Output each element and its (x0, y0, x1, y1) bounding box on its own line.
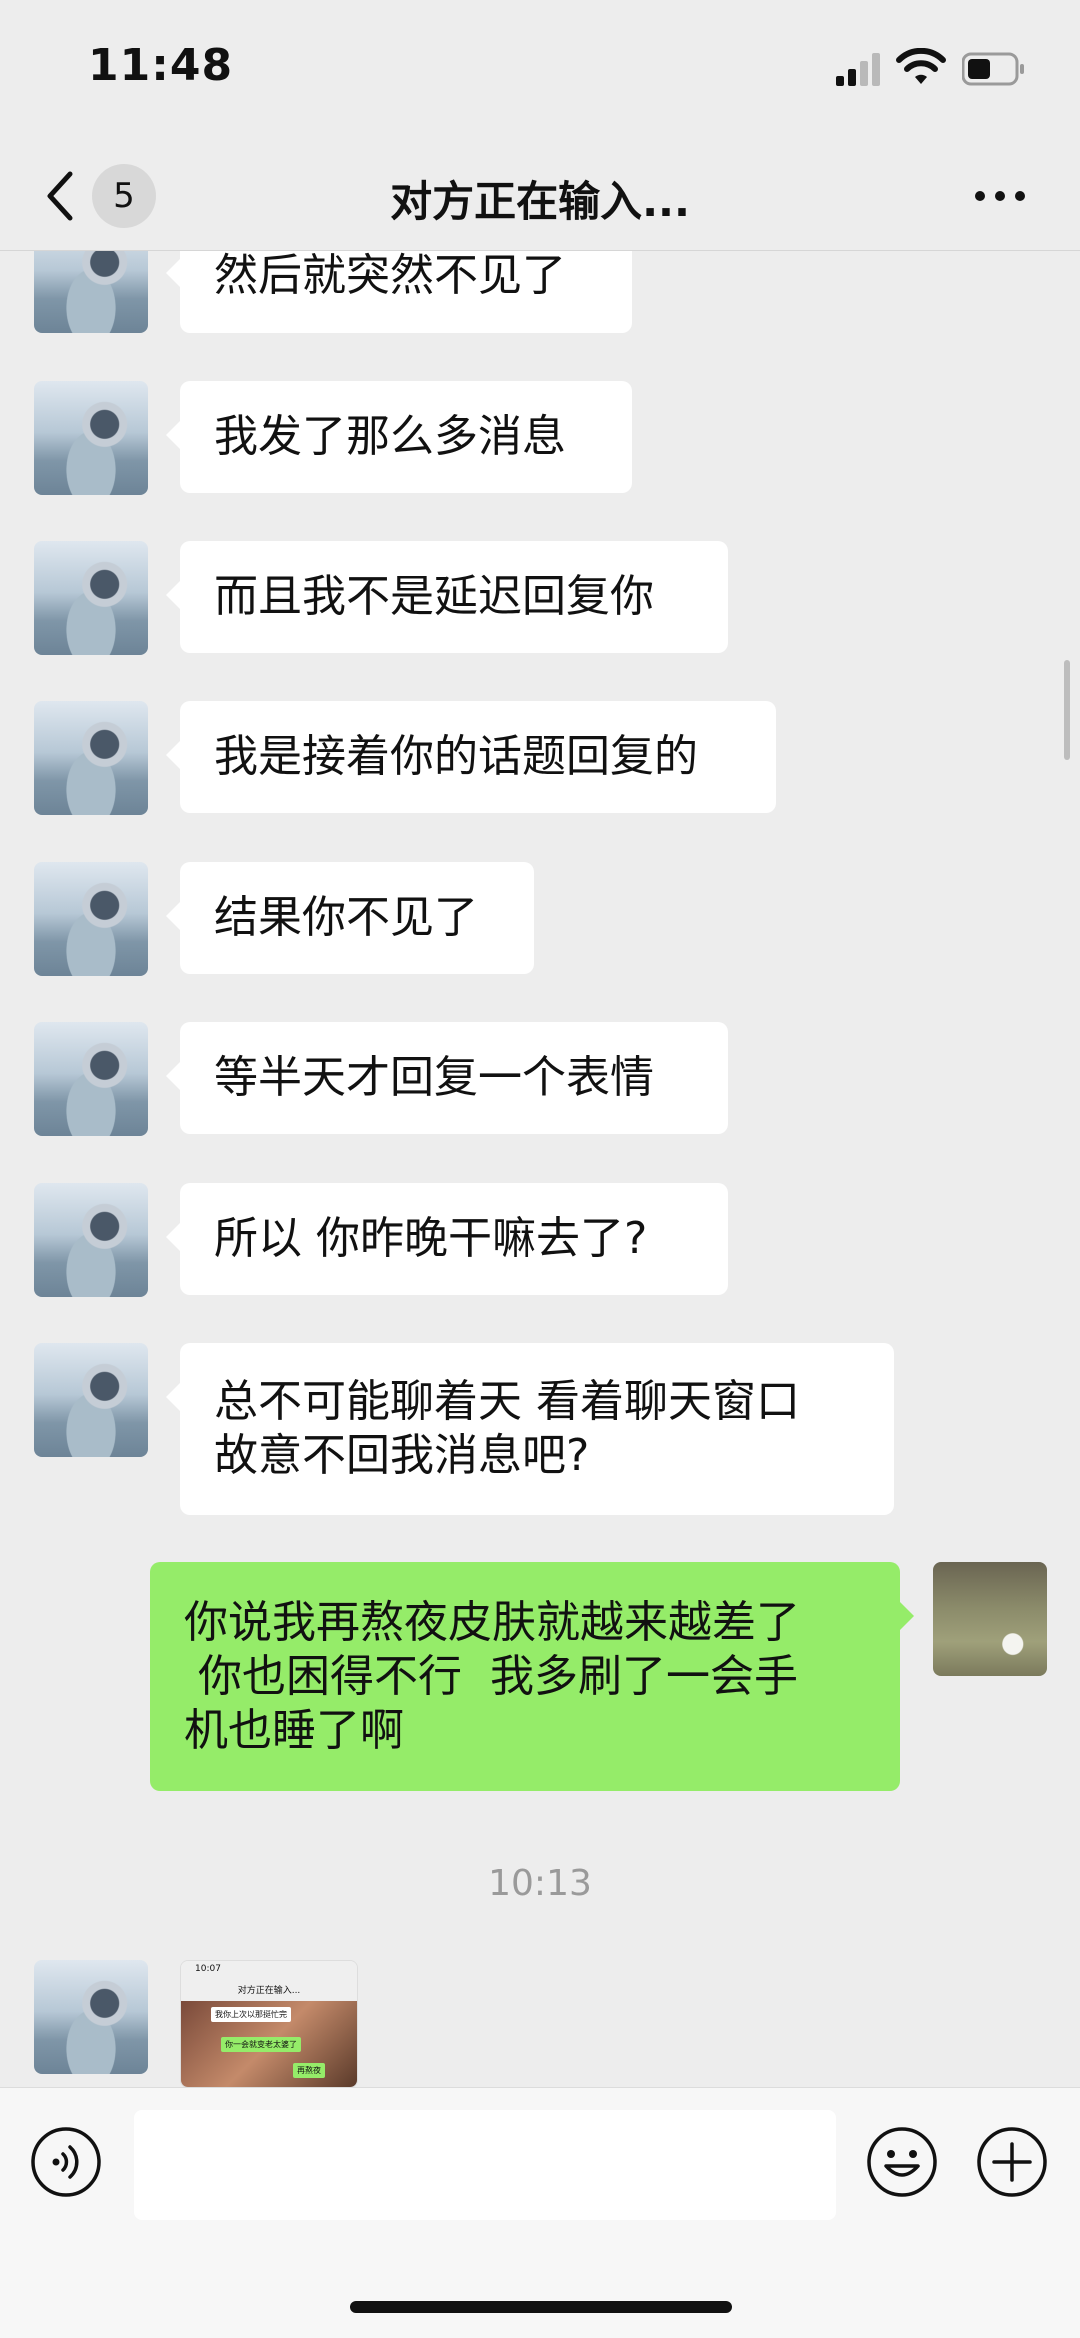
page-title: 对方正在输入... (390, 177, 690, 226)
message-timestamp: 10:13 (488, 1863, 592, 1904)
contact-avatar[interactable] (34, 862, 148, 976)
message-bubble[interactable]: 而且我不是延迟回复你 (166, 541, 728, 653)
message-bubble[interactable]: 结果你不见了 (166, 862, 534, 974)
message-list[interactable]: 然后就突然不见了 我发了那么多消息 而且我不是延迟回复你 我是接着你的话题回复的… (0, 251, 1080, 2087)
thumbnail-bubble: 你一会就变老太婆了 (221, 2037, 301, 2052)
thumbnail-title: 对方正在输入... (237, 1986, 301, 1996)
message-text-line: 故意不回我消息吧? (214, 1430, 590, 1481)
status-time: 11:48 (88, 40, 234, 91)
my-avatar[interactable] (933, 1562, 1047, 1676)
thumbnail-bubble: 再熬夜 (293, 2063, 325, 2078)
message-bubble[interactable]: 然后就突然不见了 (166, 251, 632, 333)
screenshot-thumbnail-header: 10:07 对方正在输入... (181, 1961, 357, 2001)
scrollbar[interactable] (1064, 660, 1070, 760)
message-bubble[interactable]: 所以 你昨晚干嘛去了? (166, 1183, 728, 1295)
contact-avatar[interactable] (34, 251, 148, 333)
message-input[interactable] (134, 2110, 836, 2220)
contact-avatar[interactable] (34, 1960, 148, 2074)
message-bubble[interactable]: 总不可能聊着天 看着聊天窗口 故意不回我消息吧? (166, 1343, 894, 1515)
contact-avatar[interactable] (34, 1343, 148, 1457)
message-text: 所以 你昨晚干嘛去了? (214, 1213, 648, 1264)
message-text: 而且我不是延迟回复你 (214, 571, 654, 622)
contact-avatar[interactable] (34, 701, 148, 815)
message-text-line: 机也睡了啊 (184, 1704, 404, 1756)
more-dots-icon[interactable] (970, 172, 1030, 220)
voice-icon[interactable] (30, 2126, 102, 2198)
my-message-bubble[interactable]: 你说我再熬夜皮肤就越来越差了 你也困得不行 我多刷了一会手 机也睡了啊 (150, 1562, 914, 1791)
nav-bar: 5 对方正在输入... (0, 140, 1080, 251)
input-bar (0, 2087, 1080, 2338)
status-bar: 11:48 (0, 0, 1080, 140)
message-bubble[interactable]: 我是接着你的话题回复的 (166, 701, 776, 813)
contact-avatar[interactable] (34, 541, 148, 655)
contact-avatar[interactable] (34, 381, 148, 495)
emoji-icon[interactable] (866, 2126, 938, 2198)
plus-icon[interactable] (976, 2126, 1048, 2198)
message-text: 等半天才回复一个表情 (214, 1052, 654, 1103)
message-text: 我是接着你的话题回复的 (214, 731, 698, 782)
contact-avatar[interactable] (34, 1022, 148, 1136)
thumbnail-bubble: 我你上次以那挺忙完 (211, 2007, 291, 2022)
screenshot-thumbnail-body: 我你上次以那挺忙完 你一会就变老太婆了 再熬夜 (181, 2001, 357, 2087)
message-text-line: 你说我再熬夜皮肤就越来越差了 (184, 1596, 800, 1648)
message-bubble[interactable]: 我发了那么多消息 (166, 381, 632, 493)
image-message[interactable]: 10:07 对方正在输入... 我你上次以那挺忙完 你一会就变老太婆了 再熬夜 (180, 1960, 358, 2087)
message-text-line: 总不可能聊着天 看着聊天窗口 (214, 1376, 800, 1427)
thumbnail-time: 10:07 (195, 1964, 221, 1974)
wifi-icon (896, 48, 946, 84)
message-text: 然后就突然不见了 (214, 251, 566, 301)
message-text-line: 你也困得不行 我多刷了一会手 (184, 1650, 798, 1702)
home-indicator[interactable] (350, 2301, 732, 2313)
message-bubble[interactable]: 等半天才回复一个表情 (166, 1022, 728, 1134)
cellular-signal-icon (836, 53, 880, 86)
message-text: 结果你不见了 (214, 892, 478, 943)
battery-icon (962, 52, 1024, 86)
message-text: 我发了那么多消息 (214, 411, 566, 462)
contact-avatar[interactable] (34, 1183, 148, 1297)
